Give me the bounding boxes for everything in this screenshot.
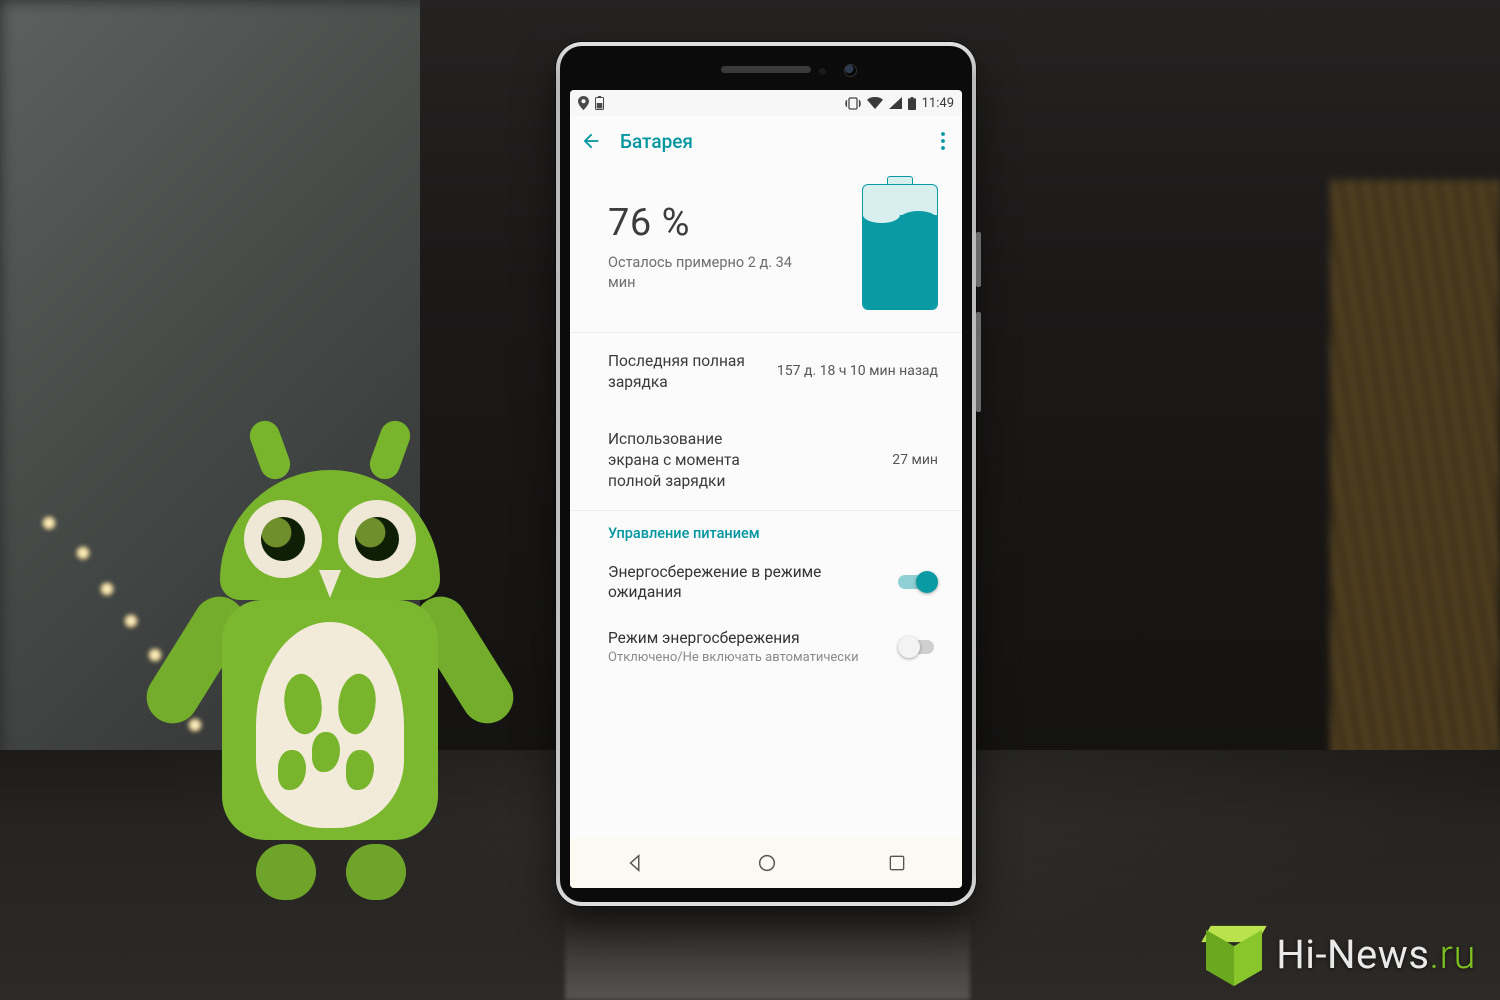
more-icon[interactable] [934, 130, 952, 152]
wifi-icon [867, 97, 883, 109]
screen-usage-row[interactable]: Использование экрана с момента полной за… [570, 411, 962, 510]
bokeh-light [100, 582, 114, 596]
standby-power-saving-toggle[interactable] [898, 571, 938, 593]
app-bar: Батарея [570, 116, 962, 166]
front-camera [844, 64, 857, 77]
setting-title: Режим энергосбережения [608, 628, 882, 648]
battery-saver-toggle[interactable] [898, 636, 938, 658]
bokeh-light [42, 516, 56, 530]
signal-icon [889, 97, 902, 109]
bokeh-light [124, 614, 138, 628]
back-icon[interactable] [580, 130, 602, 152]
power-button[interactable] [976, 232, 981, 287]
volume-button[interactable] [976, 312, 981, 412]
nav-back-icon[interactable] [625, 852, 647, 874]
row-label: Использование экрана с момента полной за… [608, 429, 760, 492]
standby-power-saving-row[interactable]: Энергосбережение в режиме ожидания [570, 548, 962, 614]
battery-icon [908, 97, 916, 110]
status-bar: 11:49 [570, 90, 962, 116]
phone-bezel: 11:49 Батарея 76 % Осталось примерно 2 д… [560, 46, 972, 902]
navigation-bar [570, 838, 962, 888]
nav-recent-icon[interactable] [887, 853, 907, 873]
row-value: 27 мин [774, 451, 938, 470]
vibrate-icon [845, 97, 861, 110]
phone-screen: 11:49 Батарея 76 % Осталось примерно 2 д… [570, 90, 962, 888]
hinews-cube-icon [1206, 926, 1262, 982]
location-icon [578, 96, 589, 110]
smartphone: 11:49 Батарея 76 % Осталось примерно 2 д… [556, 42, 976, 906]
clock: 11:49 [922, 96, 954, 111]
setting-title: Энергосбережение в режиме ожидания [608, 562, 882, 602]
watermark-tld: .ru [1429, 931, 1476, 978]
hinews-watermark: Hi-News.ru [1206, 926, 1476, 982]
section-power-management: Управление питанием [570, 511, 962, 548]
watermark-brand: Hi-News [1276, 931, 1429, 978]
battery-remaining: Осталось примерно 2 д. 34 мин [608, 253, 808, 292]
setting-subtitle: Отключено/Не включать автоматически [608, 650, 882, 666]
last-full-charge-row[interactable]: Последняя полная зарядка 157 д. 18 ч 10 … [570, 333, 962, 411]
battery-hero[interactable]: 76 % Осталось примерно 2 д. 34 мин [570, 166, 962, 332]
bokeh-light [76, 546, 90, 560]
battery-status-small-icon [595, 96, 604, 110]
battery-saver-row[interactable]: Режим энергосбережения Отключено/Не вклю… [570, 614, 962, 678]
photo-scene: 11:49 Батарея 76 % Осталось примерно 2 д… [0, 0, 1500, 1000]
phone-reflection [565, 890, 970, 1000]
row-label: Последняя полная зарядка [608, 351, 760, 393]
bokeh-light [148, 648, 162, 662]
battery-percent: 76 % [608, 201, 838, 245]
page-title: Батарея [620, 130, 693, 153]
android-owl-figurine [170, 430, 490, 900]
battery-illustration [862, 184, 938, 310]
earpiece [721, 66, 811, 73]
nav-home-icon[interactable] [756, 852, 778, 874]
row-value: 157 д. 18 ч 10 мин назад [774, 362, 938, 381]
